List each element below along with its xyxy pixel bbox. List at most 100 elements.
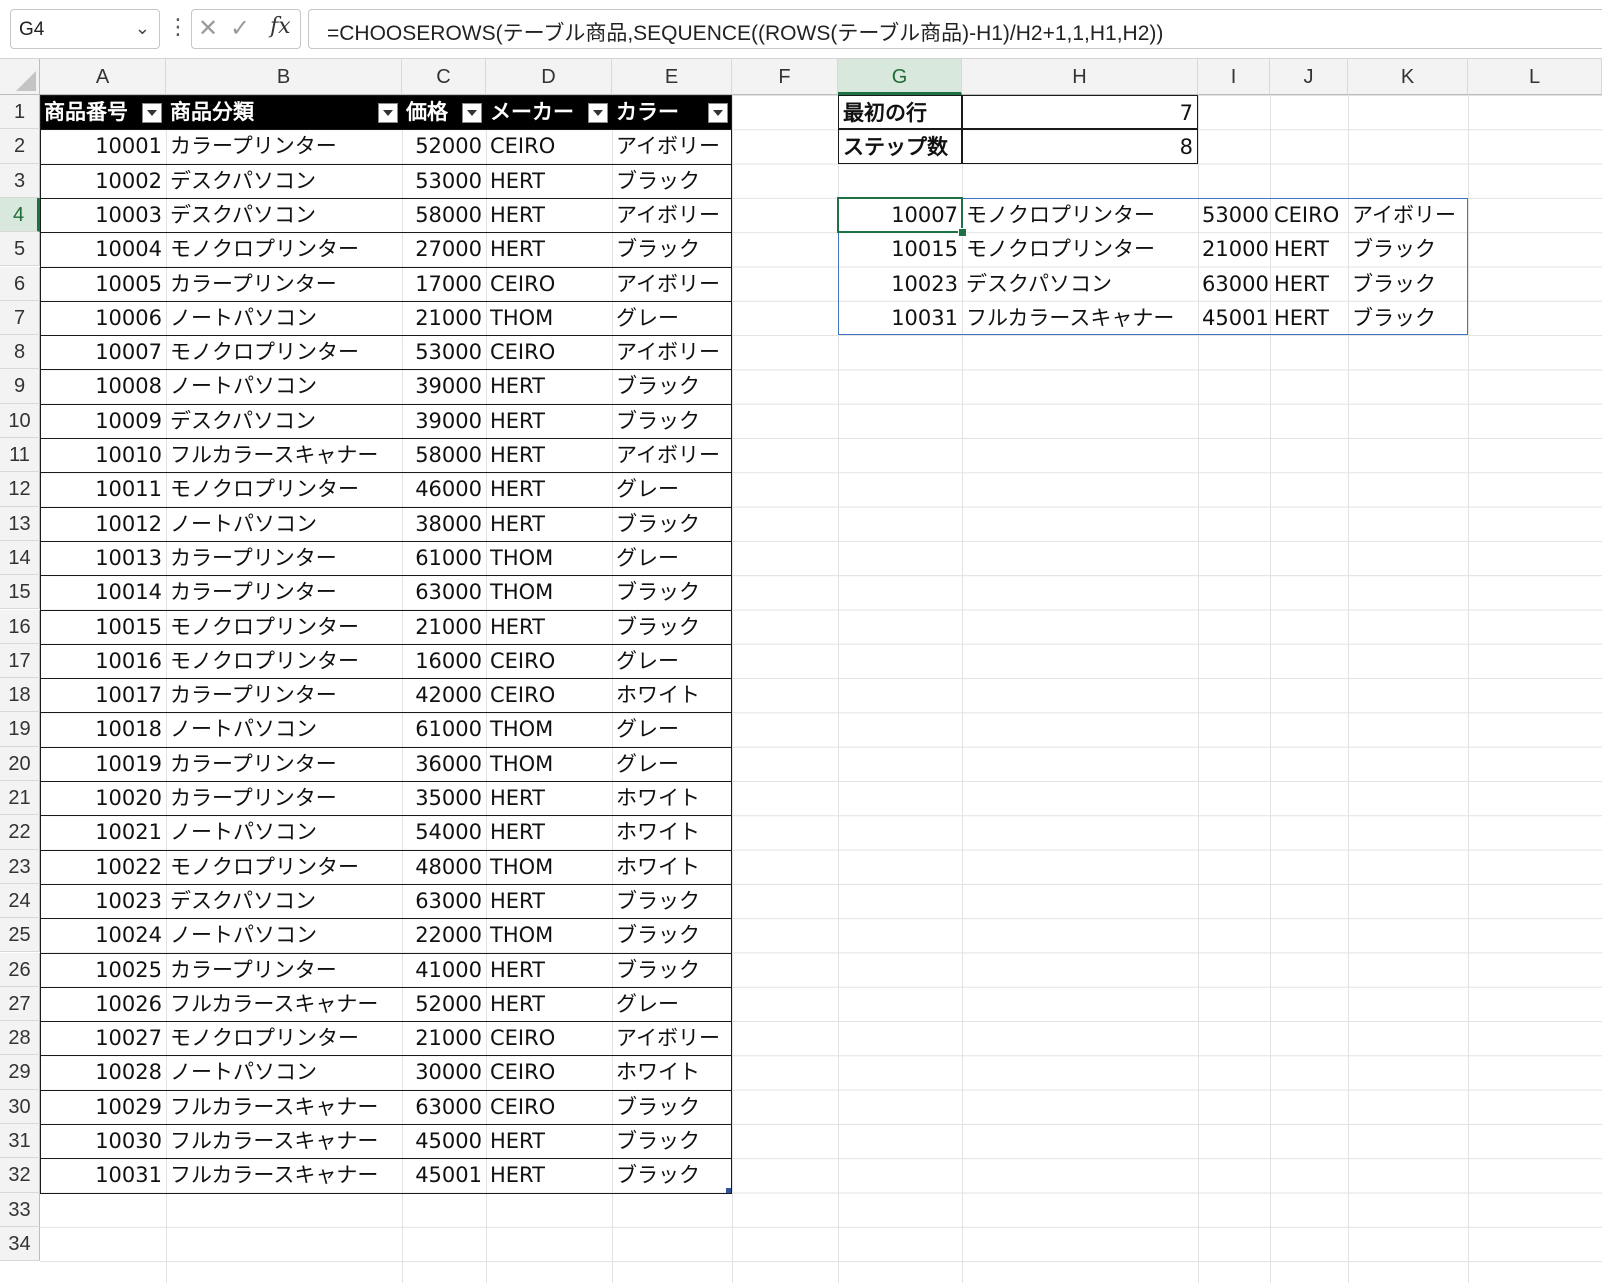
table-cell[interactable]: カラープリンター [166, 953, 402, 987]
table-cell[interactable]: CEIRO [486, 1021, 612, 1055]
table-cell[interactable]: CEIRO [486, 644, 612, 678]
row-header-8[interactable]: 8 [0, 335, 40, 370]
table-cell[interactable]: 10031 [40, 1158, 166, 1192]
fx-icon[interactable]: fx [270, 14, 291, 39]
table-cell[interactable]: グレー [612, 747, 732, 781]
table-header-cell[interactable]: 商品番号 [40, 95, 166, 130]
table-cell[interactable]: ブラック [612, 884, 732, 918]
param-value[interactable]: 7 [962, 95, 1198, 130]
table-cell[interactable]: アイボリー [612, 267, 732, 301]
formula-input[interactable]: =CHOOSEROWS(テーブル商品,SEQUENCE((ROWS(テーブル商品… [308, 9, 1602, 49]
table-cell[interactable]: ブラック [612, 164, 732, 198]
table-cell[interactable]: HERT [486, 232, 612, 266]
vertical-ellipsis-icon[interactable]: ⋮ [167, 14, 189, 44]
table-cell[interactable]: 61000 [402, 712, 486, 746]
column-header-h[interactable]: H [962, 59, 1198, 95]
column-header-c[interactable]: C [402, 59, 486, 95]
row-header-7[interactable]: 7 [0, 300, 40, 336]
param-label[interactable]: 最初の行 [838, 95, 962, 130]
table-cell[interactable]: フルカラースキャナー [166, 1158, 402, 1192]
table-cell[interactable]: ノートパソコン [166, 301, 402, 335]
table-cell[interactable]: 21000 [402, 301, 486, 335]
column-header-b[interactable]: B [166, 59, 402, 95]
table-cell[interactable]: THOM [486, 541, 612, 575]
table-cell[interactable]: デスクパソコン [166, 404, 402, 438]
table-cell[interactable]: 10027 [40, 1021, 166, 1055]
table-cell[interactable]: 63000 [402, 1090, 486, 1124]
row-header-22[interactable]: 22 [0, 815, 40, 850]
check-icon[interactable]: ✓ [230, 14, 250, 42]
param-label[interactable]: ステップ数 [838, 129, 962, 164]
row-header-24[interactable]: 24 [0, 883, 40, 919]
table-cell[interactable]: アイボリー [612, 335, 732, 369]
table-cell[interactable]: モノクロプリンター [166, 472, 402, 506]
table-cell[interactable]: カラープリンター [166, 747, 402, 781]
table-cell[interactable]: カラープリンター [166, 678, 402, 712]
column-header-i[interactable]: I [1198, 59, 1270, 95]
table-cell[interactable]: ノートパソコン [166, 815, 402, 849]
table-cell[interactable]: 63000 [402, 575, 486, 609]
table-cell[interactable]: アイボリー [612, 129, 732, 163]
table-cell[interactable]: THOM [486, 301, 612, 335]
spill-result-cell[interactable]: デスクパソコン [962, 267, 1198, 301]
row-header-11[interactable]: 11 [0, 438, 40, 473]
table-cell[interactable]: 10021 [40, 815, 166, 849]
table-header-cell[interactable]: 商品分類 [166, 95, 402, 130]
table-cell[interactable]: アイボリー [612, 438, 732, 472]
row-header-34[interactable]: 34 [0, 1226, 40, 1262]
table-cell[interactable]: 46000 [402, 472, 486, 506]
table-cell[interactable]: 10023 [40, 884, 166, 918]
table-cell[interactable]: 10011 [40, 472, 166, 506]
column-header-j[interactable]: J [1270, 59, 1348, 95]
table-cell[interactable]: HERT [486, 884, 612, 918]
table-cell[interactable]: フルカラースキャナー [166, 987, 402, 1021]
spill-result-cell[interactable]: CEIRO [1270, 198, 1348, 232]
table-cell[interactable]: フルカラースキャナー [166, 438, 402, 472]
table-cell[interactable]: 42000 [402, 678, 486, 712]
table-cell[interactable]: 10009 [40, 404, 166, 438]
table-cell[interactable]: 10030 [40, 1124, 166, 1158]
spill-result-cell[interactable]: 21000 [1198, 232, 1270, 266]
table-cell[interactable]: 45001 [402, 1158, 486, 1192]
row-header-28[interactable]: 28 [0, 1021, 40, 1056]
table-cell[interactable]: CEIRO [486, 1090, 612, 1124]
row-header-2[interactable]: 2 [0, 129, 40, 164]
row-header-3[interactable]: 3 [0, 163, 40, 198]
row-header-6[interactable]: 6 [0, 266, 40, 301]
table-cell[interactable]: 10008 [40, 369, 166, 403]
row-header-13[interactable]: 13 [0, 506, 40, 541]
table-cell[interactable]: CEIRO [486, 335, 612, 369]
table-cell[interactable]: ノートパソコン [166, 507, 402, 541]
table-cell[interactable]: 21000 [402, 610, 486, 644]
table-header-cell[interactable]: 価格 [402, 95, 486, 130]
table-cell[interactable]: HERT [486, 198, 612, 232]
row-header-21[interactable]: 21 [0, 781, 40, 816]
table-cell[interactable]: 10010 [40, 438, 166, 472]
table-cell[interactable]: 10016 [40, 644, 166, 678]
table-cell[interactable]: カラープリンター [166, 781, 402, 815]
table-cell[interactable]: 38000 [402, 507, 486, 541]
x-icon[interactable]: ✕ [198, 14, 218, 42]
table-cell[interactable]: THOM [486, 850, 612, 884]
filter-dropdown-icon[interactable] [142, 103, 162, 123]
spill-result-cell[interactable]: 10015 [838, 232, 962, 266]
table-cell[interactable]: THOM [486, 918, 612, 952]
table-header-cell[interactable]: カラー [612, 95, 732, 130]
table-cell[interactable]: ホワイト [612, 850, 732, 884]
table-cell[interactable]: 10007 [40, 335, 166, 369]
table-cell[interactable]: 10020 [40, 781, 166, 815]
table-cell[interactable]: THOM [486, 575, 612, 609]
table-cell[interactable]: HERT [486, 1158, 612, 1192]
table-cell[interactable]: 22000 [402, 918, 486, 952]
chevron-down-icon[interactable]: ⌄ [135, 18, 150, 39]
row-header-23[interactable]: 23 [0, 849, 40, 884]
table-cell[interactable]: HERT [486, 815, 612, 849]
spill-result-cell[interactable]: 63000 [1198, 267, 1270, 301]
table-cell[interactable]: 10024 [40, 918, 166, 952]
spill-result-cell[interactable]: モノクロプリンター [962, 232, 1198, 266]
table-cell[interactable]: ホワイト [612, 781, 732, 815]
table-cell[interactable]: デスクパソコン [166, 884, 402, 918]
spill-result-cell[interactable]: HERT [1270, 232, 1348, 266]
spill-result-cell[interactable]: 53000 [1198, 198, 1270, 232]
table-cell[interactable]: カラープリンター [166, 267, 402, 301]
